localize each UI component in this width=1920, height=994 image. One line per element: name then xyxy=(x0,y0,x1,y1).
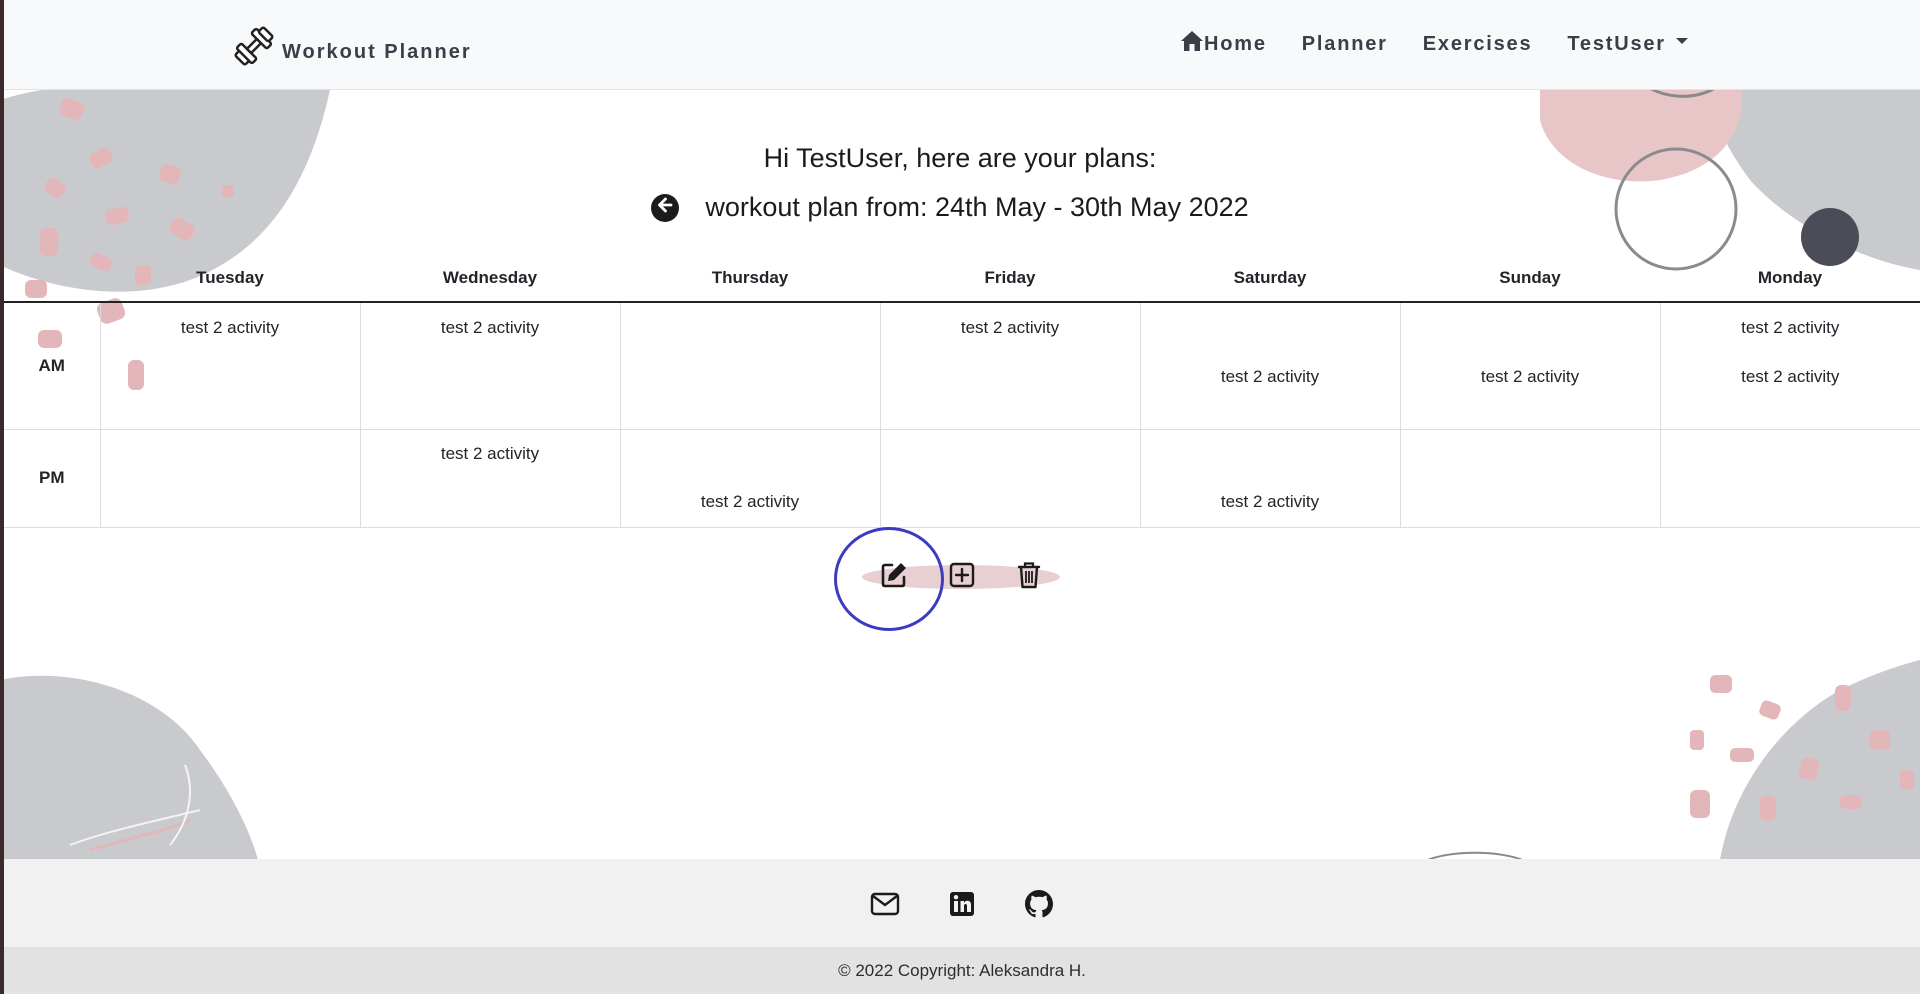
footer-social xyxy=(4,859,1920,947)
nav-home[interactable]: Home xyxy=(1180,30,1267,58)
click-highlight-ring xyxy=(834,527,944,631)
window-edge xyxy=(0,0,4,994)
plan-cell[interactable]: test 2 activity xyxy=(619,428,881,528)
day-header: Monday xyxy=(1660,254,1920,303)
delete-plan-button[interactable] xyxy=(1013,561,1045,593)
navbar: Workout Planner Home Planner Exercises T… xyxy=(4,0,1920,90)
trash-icon xyxy=(1016,560,1042,595)
copyright-text: © 2022 Copyright: Aleksandra H. xyxy=(4,947,1920,994)
day-header: Sunday xyxy=(1400,254,1660,303)
day-header: Thursday xyxy=(620,254,880,303)
period-label: AM xyxy=(4,301,101,430)
background-decoration-bottom-right xyxy=(1690,660,1920,860)
home-icon xyxy=(1180,30,1204,58)
activity-slot[interactable] xyxy=(621,303,880,352)
arrow-left-circle-icon xyxy=(656,196,674,219)
dumbbell-icon xyxy=(232,24,276,73)
activity-slot[interactable]: test 2 activity xyxy=(881,303,1140,352)
user-menu-label: TestUser xyxy=(1567,32,1666,55)
add-plan-button[interactable] xyxy=(946,561,978,593)
period-label: PM xyxy=(4,428,101,528)
period-header xyxy=(4,254,100,303)
plan-cell[interactable]: test 2 activity xyxy=(359,428,621,528)
plan-cell[interactable] xyxy=(1659,428,1920,528)
day-header: Wednesday xyxy=(360,254,620,303)
activity-slot[interactable] xyxy=(1661,430,1920,478)
activity-slot[interactable] xyxy=(1661,478,1920,526)
day-header: Tuesday xyxy=(100,254,360,303)
activity-slot[interactable] xyxy=(1401,303,1660,352)
table-row-am: AM test 2 activity test 2 activity test … xyxy=(4,301,1920,430)
plan-cell[interactable] xyxy=(99,428,361,528)
plan-cell[interactable]: test 2 activity xyxy=(99,301,361,430)
nav-exercises[interactable]: Exercises xyxy=(1423,33,1533,56)
day-header: Saturday xyxy=(1140,254,1400,303)
activity-slot[interactable] xyxy=(361,352,620,401)
activity-slot[interactable]: test 2 activity xyxy=(1661,303,1920,352)
plus-square-icon xyxy=(948,561,976,594)
greeting-heading: Hi TestUser, here are your plans: xyxy=(763,143,1157,173)
activity-slot[interactable] xyxy=(101,430,360,478)
plan-cell[interactable]: test 2 activity xyxy=(1139,301,1401,430)
activity-slot[interactable] xyxy=(881,478,1140,526)
plan-title: workout plan from: 24th May - 30th May 2… xyxy=(705,192,1249,222)
plan-cell[interactable] xyxy=(879,428,1141,528)
activity-slot[interactable] xyxy=(881,352,1140,401)
plan-cell[interactable] xyxy=(619,301,881,430)
activity-slot[interactable] xyxy=(1401,430,1660,478)
activity-slot[interactable] xyxy=(101,352,360,401)
activity-slot[interactable] xyxy=(1401,478,1660,526)
plan-cell[interactable]: test 2 activity xyxy=(1399,301,1661,430)
plan-cell[interactable]: test 2 activity test 2 activity xyxy=(1659,301,1920,430)
back-button[interactable] xyxy=(651,193,680,222)
nav-planner[interactable]: Planner xyxy=(1302,33,1388,56)
day-header: Friday xyxy=(880,254,1140,303)
activity-slot[interactable] xyxy=(1141,303,1400,352)
nav-home-label: Home xyxy=(1204,32,1267,55)
github-icon[interactable] xyxy=(1024,889,1054,919)
activity-slot[interactable]: test 2 activity xyxy=(1401,352,1660,401)
activity-slot[interactable]: test 2 activity xyxy=(361,303,620,352)
plan-cell[interactable]: test 2 activity xyxy=(359,301,621,430)
activity-slot[interactable]: test 2 activity xyxy=(101,303,360,352)
activity-slot[interactable] xyxy=(621,352,880,401)
activity-slot[interactable]: test 2 activity xyxy=(621,478,880,526)
activity-slot[interactable]: test 2 activity xyxy=(361,430,620,478)
activity-slot[interactable]: test 2 activity xyxy=(1141,352,1400,401)
activity-slot[interactable]: test 2 activity xyxy=(1141,478,1400,526)
activity-slot[interactable] xyxy=(621,430,880,478)
activity-slot[interactable] xyxy=(361,478,620,526)
activity-slot[interactable]: test 2 activity xyxy=(1661,352,1920,401)
brand-label: Workout Planner xyxy=(282,41,472,63)
plan-cell[interactable]: test 2 activity xyxy=(1139,428,1401,528)
activity-slot[interactable] xyxy=(1141,430,1400,478)
plan-header: workout plan from: 24th May - 30th May 2… xyxy=(0,192,1920,223)
nav-links: Home Planner Exercises TestUser xyxy=(1180,30,1688,58)
table-row-pm: PM test 2 activity test 2 activity test … xyxy=(4,428,1920,528)
activity-slot[interactable] xyxy=(881,430,1140,478)
plan-cell[interactable] xyxy=(1399,428,1661,528)
table-header-row: Tuesday Wednesday Thursday Friday Saturd… xyxy=(4,254,1920,303)
user-menu-dropdown[interactable]: TestUser xyxy=(1567,33,1688,56)
activity-slot[interactable] xyxy=(101,478,360,526)
brand-link[interactable]: Workout Planner xyxy=(232,24,472,73)
plan-cell[interactable]: test 2 activity xyxy=(879,301,1141,430)
caret-down-icon xyxy=(1675,38,1688,44)
weekly-plan-table: Tuesday Wednesday Thursday Friday Saturd… xyxy=(4,254,1920,528)
linkedin-icon[interactable] xyxy=(947,889,977,919)
mail-icon[interactable] xyxy=(870,889,900,919)
background-decoration-bottom-left xyxy=(0,675,258,860)
